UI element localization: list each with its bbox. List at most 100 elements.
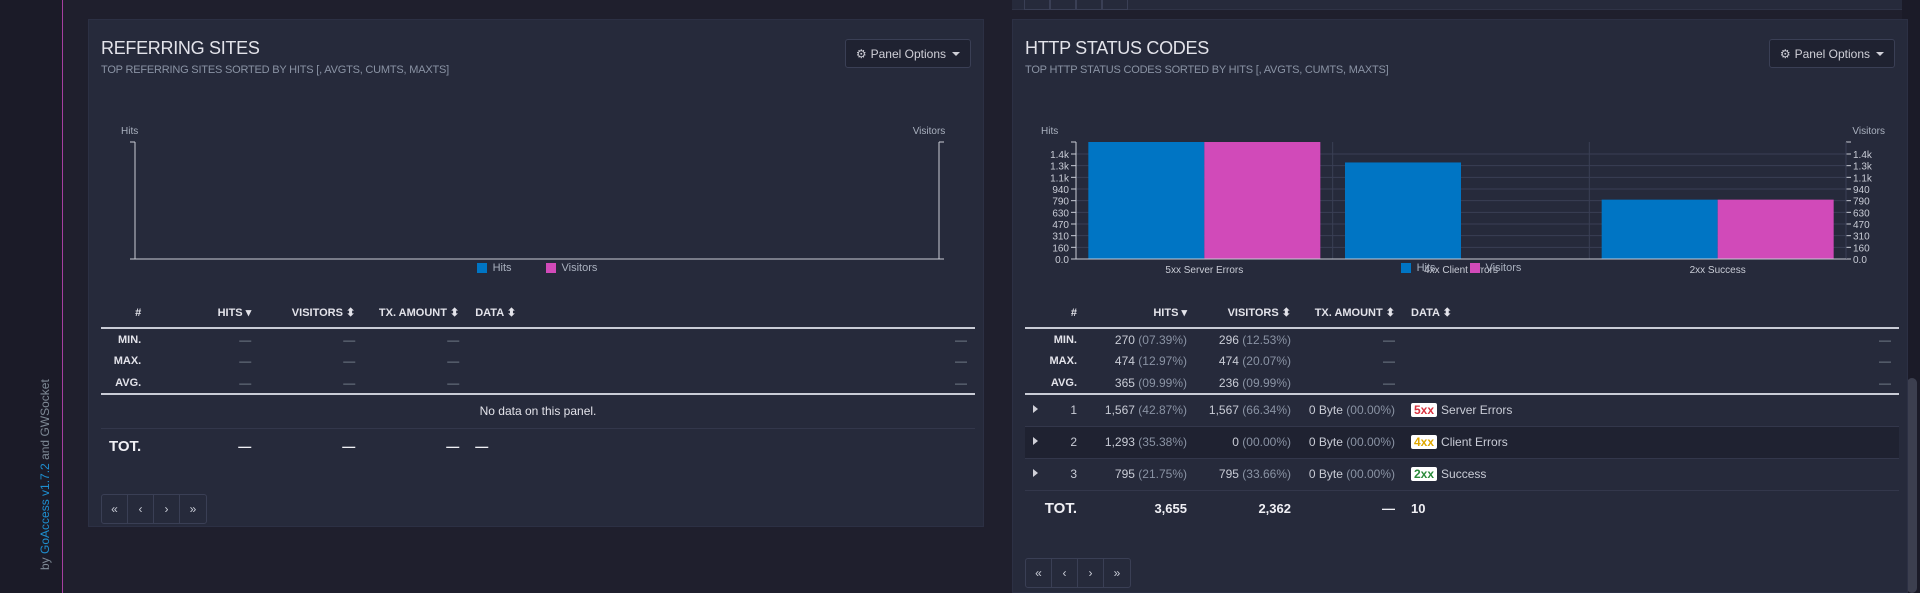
summary-hits-value: 365 <box>1114 375 1135 390</box>
expand-icon[interactable] <box>1033 469 1038 477</box>
legend-swatch-visitors <box>1469 263 1480 273</box>
sort-icon[interactable]: ⬍ <box>1282 307 1291 319</box>
table-row[interactable]: 1 1,567 (42.87%) 1,567 (66.34%) 0 Byte (… <box>1025 394 1899 427</box>
sort-icon[interactable]: ⬍ <box>507 307 516 319</box>
goaccess-link[interactable]: GoAccess v1.7.2 <box>38 463 52 554</box>
col-hits[interactable]: HITS ▾ <box>1085 298 1195 328</box>
panel-options-button[interactable]: ⚙ Panel Options <box>1768 39 1895 68</box>
summary-visitors-value: 296 <box>1218 332 1239 347</box>
caret-down-icon <box>1876 51 1884 56</box>
app-version[interactable]: v1.7.2 <box>38 463 52 496</box>
row-tx-pct: (00.00%) <box>1346 403 1395 418</box>
expand-icon[interactable] <box>1033 405 1038 414</box>
last-page-button[interactable]: » <box>1104 559 1130 587</box>
first-page-button[interactable]: « <box>102 495 128 523</box>
summary-tx: — <box>447 332 460 347</box>
row-hits-value: 795 <box>1114 467 1135 481</box>
total-label: TOT. <box>1044 499 1077 517</box>
bar-visitors <box>1717 199 1834 259</box>
col-hits[interactable]: HITS ▾ <box>149 298 259 328</box>
row-num-value: 2 <box>1070 435 1077 449</box>
row-tx-pct: (00.00%) <box>1346 435 1395 449</box>
gear-icon: ⚙ <box>855 46 867 61</box>
panel-options-label: Panel Options <box>870 46 946 61</box>
row-num[interactable]: 1 <box>1025 394 1085 427</box>
col-data-label[interactable]: DATA <box>1411 307 1440 319</box>
total-hits: 3,655 <box>1154 500 1187 516</box>
row-tx-value: 0 Byte <box>1308 403 1343 418</box>
sort-icon[interactable]: ⬍ <box>346 307 355 319</box>
col-data[interactable]: DATA ⬍ <box>467 298 975 328</box>
row-hits: 1,293 (35.38%) <box>1085 426 1195 459</box>
summary-data: — <box>955 354 967 368</box>
total-row: TOT. — — — — <box>101 428 975 464</box>
sort-desc-icon[interactable]: ▾ <box>246 307 252 319</box>
table-row[interactable]: 2 1,293 (35.38%) 0 (00.00%) 0 Byte (00.0… <box>1025 426 1899 459</box>
col-data-label[interactable]: DATA <box>475 307 504 319</box>
prev-page-button[interactable]: ‹ <box>1052 559 1078 587</box>
col-tx-label[interactable]: TX. AMOUNT <box>379 307 447 319</box>
y-tick-label-right: 630 <box>1853 208 1870 219</box>
credit-and: and <box>38 436 52 464</box>
pager-edge-4 <box>1102 0 1128 10</box>
table-row[interactable]: 3 795 (21.75%) 795 (33.66%) 0 Byte (00.0… <box>1025 458 1899 491</box>
y-tick-label-right: 1.3k <box>1853 162 1873 173</box>
row-num[interactable]: 3 <box>1025 458 1085 491</box>
first-page-button[interactable]: « <box>1026 559 1052 587</box>
legend-item-visitors[interactable]: Visitors <box>545 262 597 274</box>
row-visitors: 1,567 (66.34%) <box>1195 394 1299 427</box>
next-page-button[interactable]: › <box>154 495 180 523</box>
y-tick-label-left: 470 <box>1052 220 1069 231</box>
y-tick-label-right: 790 <box>1853 197 1870 208</box>
bar-hits <box>1088 142 1205 259</box>
summary-visitors-pct: (09.99%) <box>1242 375 1291 390</box>
legend-item-visitors[interactable]: Visitors <box>1469 262 1521 274</box>
row-tx-value: 0 Byte <box>1308 435 1343 449</box>
col-tx[interactable]: TX. AMOUNT ⬍ <box>363 298 467 328</box>
prev-page-button[interactable]: ‹ <box>128 495 154 523</box>
last-page-button[interactable]: » <box>180 495 206 523</box>
col-hits-label[interactable]: HITS <box>218 307 243 319</box>
summary-tx: — <box>447 354 460 368</box>
sort-desc-icon[interactable]: ▾ <box>1181 307 1187 319</box>
gwsocket-link[interactable]: GWSocket <box>38 379 52 436</box>
col-visitors-label[interactable]: VISITORS <box>292 307 343 319</box>
legend-swatch-hits <box>476 263 487 273</box>
sort-icon[interactable]: ⬍ <box>1443 307 1452 319</box>
row-hits-value: 1,567 <box>1104 403 1135 418</box>
row-visitors-value: 0 <box>1232 435 1239 449</box>
col-visitors[interactable]: VISITORS ⬍ <box>1195 298 1299 328</box>
summary-row-avg: AVG. 365 (09.99%) 236 (09.99%) — — <box>1025 372 1899 395</box>
row-tx: 0 Byte (00.00%) <box>1299 458 1403 491</box>
expand-icon[interactable] <box>1033 437 1038 445</box>
scrollbar-thumb[interactable] <box>1907 378 1917 593</box>
row-data: 2xx Success <box>1403 458 1899 491</box>
summary-tx: — <box>1383 354 1395 368</box>
y-tick-label-left: 940 <box>1052 185 1069 196</box>
col-num: # <box>135 306 142 319</box>
summary-tx: — <box>1383 332 1395 347</box>
row-tx: 0 Byte (00.00%) <box>1299 394 1403 427</box>
col-hits-label[interactable]: HITS <box>1153 307 1178 319</box>
row-tx-value: 0 Byte <box>1308 467 1343 481</box>
row-num[interactable]: 2 <box>1025 426 1085 459</box>
y-tick-label-right: 1.4k <box>1853 150 1873 161</box>
col-data[interactable]: DATA ⬍ <box>1403 298 1899 328</box>
col-visitors-label[interactable]: VISITORS <box>1228 307 1279 319</box>
summary-tx: — <box>363 372 468 395</box>
summary-hits-value: 270 <box>1114 332 1135 347</box>
panel-options-button[interactable]: ⚙ Panel Options <box>844 39 971 68</box>
sort-icon[interactable]: ⬍ <box>1386 307 1395 319</box>
total-hits: — <box>238 438 252 454</box>
col-tx-label[interactable]: TX. AMOUNT <box>1315 307 1383 319</box>
summary-hits-value: 474 <box>1114 354 1135 368</box>
legend-item-hits[interactable]: Hits <box>1400 262 1436 274</box>
legend-item-hits[interactable]: Hits <box>476 262 512 274</box>
col-tx[interactable]: TX. AMOUNT ⬍ <box>1299 298 1403 328</box>
row-tx: 0 Byte (00.00%) <box>1299 426 1403 459</box>
col-visitors[interactable]: VISITORS ⬍ <box>259 298 363 328</box>
next-page-button[interactable]: › <box>1078 559 1104 587</box>
summary-label: MIN. <box>1053 333 1077 346</box>
sort-icon[interactable]: ⬍ <box>450 307 459 319</box>
app-name[interactable]: GoAccess <box>38 499 52 554</box>
